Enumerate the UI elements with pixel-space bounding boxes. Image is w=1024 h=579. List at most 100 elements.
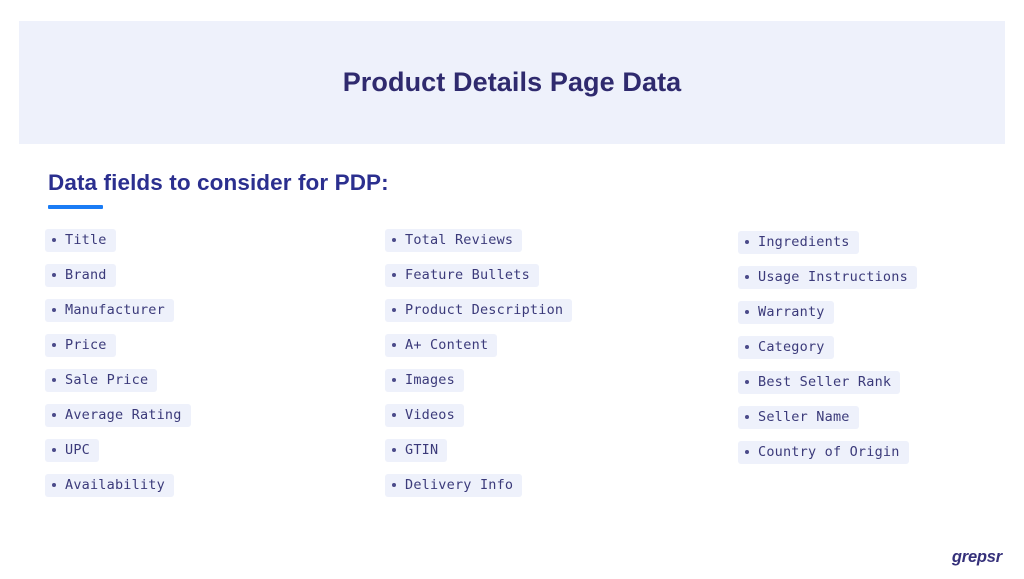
list-item: UPC [45, 439, 365, 474]
field-label: Product Description [405, 302, 564, 318]
field-label: Ingredients [758, 234, 850, 250]
bullet-icon [52, 413, 56, 417]
field-pill: Title [45, 229, 116, 252]
field-pill: Average Rating [45, 404, 191, 427]
field-pill: Country of Origin [738, 441, 909, 464]
field-pill: Delivery Info [385, 474, 523, 497]
bullet-icon [52, 448, 56, 452]
field-label: A+ Content [405, 337, 489, 353]
field-pill: Warranty [738, 301, 834, 324]
field-pill: Best Seller Rank [738, 371, 901, 394]
bullet-icon [52, 378, 56, 382]
field-label: Seller Name [758, 409, 850, 425]
field-label: Country of Origin [758, 444, 900, 460]
list-item: Manufacturer [45, 299, 365, 334]
bullet-icon [392, 483, 396, 487]
list-item: Seller Name [738, 406, 1018, 441]
bullet-icon [392, 273, 396, 277]
field-pill: Total Reviews [385, 229, 523, 252]
bullet-icon [52, 308, 56, 312]
list-item: Price [45, 334, 365, 369]
field-label: Price [65, 337, 107, 353]
list-item: GTIN [385, 439, 715, 474]
field-pill: Feature Bullets [385, 264, 539, 287]
field-pill: Manufacturer [45, 299, 174, 322]
list-item: Country of Origin [738, 441, 1018, 476]
list-item: A+ Content [385, 334, 715, 369]
bullet-icon [392, 378, 396, 382]
list-item: Product Description [385, 299, 715, 334]
list-item: Ingredients [738, 231, 1018, 266]
field-label: Images [405, 372, 455, 388]
field-label: Usage Instructions [758, 269, 908, 285]
list-item: Availability [45, 474, 365, 509]
field-column-1: Title Brand Manufacturer Price Sale Pric… [45, 229, 365, 509]
field-list-3: Ingredients Usage Instructions Warranty … [738, 231, 1018, 476]
bullet-icon [745, 380, 749, 384]
list-item: Feature Bullets [385, 264, 715, 299]
list-item: Category [738, 336, 1018, 371]
section-accent-underline [48, 205, 103, 210]
header-banner: Product Details Page Data [19, 21, 1005, 144]
section-heading: Data fields to consider for PDP: [48, 170, 389, 195]
field-pill: UPC [45, 439, 99, 462]
field-label: Videos [405, 407, 455, 423]
bullet-icon [745, 310, 749, 314]
field-label: Brand [65, 267, 107, 283]
field-label: Best Seller Rank [758, 374, 892, 390]
list-item: Videos [385, 404, 715, 439]
data-fields-columns: Title Brand Manufacturer Price Sale Pric… [0, 229, 1024, 519]
bullet-icon [52, 343, 56, 347]
field-pill: Sale Price [45, 369, 158, 392]
field-pill: Seller Name [738, 406, 859, 429]
bullet-icon [52, 483, 56, 487]
field-label: Availability [65, 477, 165, 493]
bullet-icon [52, 238, 56, 242]
field-pill: Price [45, 334, 116, 357]
field-label: Category [758, 339, 825, 355]
page-title: Product Details Page Data [342, 67, 682, 98]
field-label: Warranty [758, 304, 825, 320]
list-item: Average Rating [45, 404, 365, 439]
field-pill: Ingredients [738, 231, 859, 254]
field-list-2: Total Reviews Feature Bullets Product De… [385, 229, 715, 509]
field-pill: Availability [45, 474, 174, 497]
field-pill: Product Description [385, 299, 573, 322]
bullet-icon [392, 238, 396, 242]
list-item: Images [385, 369, 715, 404]
list-item: Best Seller Rank [738, 371, 1018, 406]
list-item: Delivery Info [385, 474, 715, 509]
bullet-icon [392, 448, 396, 452]
bullet-icon [392, 308, 396, 312]
field-label: Delivery Info [405, 477, 514, 493]
grepsr-logo: grepsr [951, 548, 1002, 566]
field-label: Total Reviews [405, 232, 514, 248]
field-pill: Usage Instructions [738, 266, 917, 289]
field-list-1: Title Brand Manufacturer Price Sale Pric… [45, 229, 365, 509]
bullet-icon [392, 343, 396, 347]
field-label: Average Rating [65, 407, 182, 423]
section-header: Data fields to consider for PDP: [48, 168, 748, 210]
list-item: Usage Instructions [738, 266, 1018, 301]
field-label: Sale Price [65, 372, 149, 388]
bullet-icon [745, 240, 749, 244]
list-item: Brand [45, 264, 365, 299]
bullet-icon [745, 345, 749, 349]
field-label: UPC [65, 442, 90, 458]
list-item: Title [45, 229, 365, 264]
list-item: Sale Price [45, 369, 365, 404]
field-column-3: Ingredients Usage Instructions Warranty … [738, 231, 1018, 476]
field-pill: A+ Content [385, 334, 498, 357]
field-label: Title [65, 232, 107, 248]
field-pill: Category [738, 336, 834, 359]
field-label: Feature Bullets [405, 267, 530, 283]
field-label: GTIN [405, 442, 439, 458]
field-label: Manufacturer [65, 302, 165, 318]
field-pill: Brand [45, 264, 116, 287]
list-item: Total Reviews [385, 229, 715, 264]
field-pill: GTIN [385, 439, 448, 462]
bullet-icon [745, 450, 749, 454]
field-column-2: Total Reviews Feature Bullets Product De… [385, 229, 715, 509]
bullet-icon [745, 415, 749, 419]
field-pill: Videos [385, 404, 464, 427]
